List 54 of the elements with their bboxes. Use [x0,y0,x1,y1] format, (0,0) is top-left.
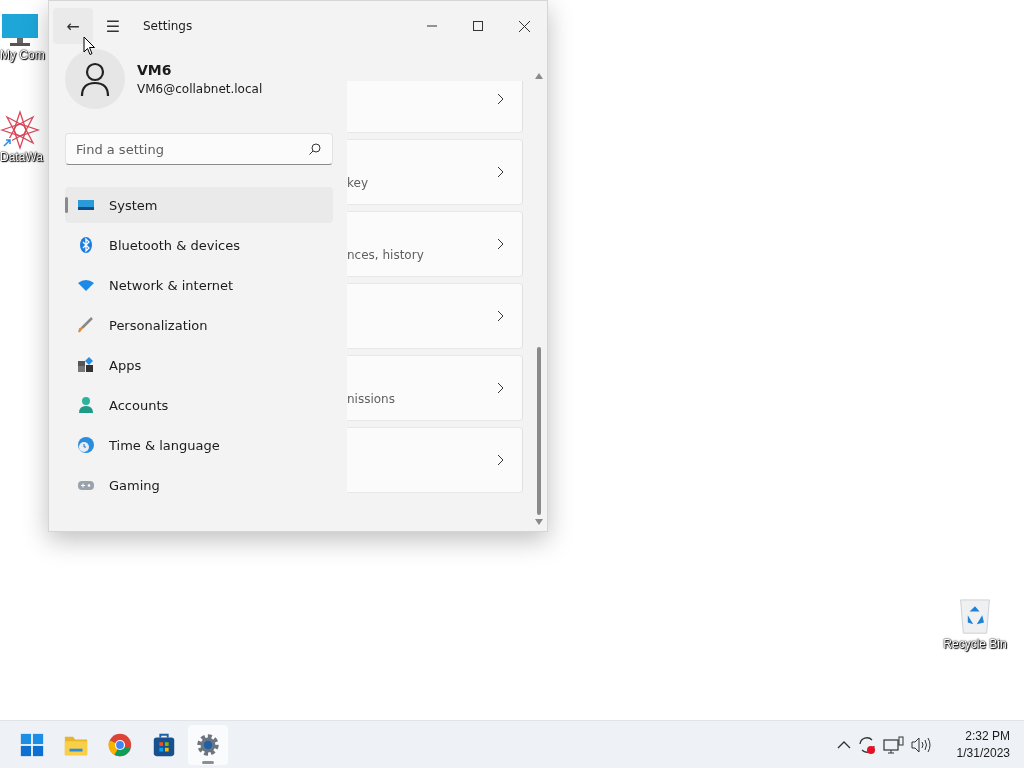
account-name: VM6 [137,62,173,78]
time-text: 2:32 PM [965,727,1010,745]
desktop-icon-label[interactable]: My Com [0,48,45,62]
cursor-icon [83,36,96,56]
account-email: VM6@collabnet.local [137,82,263,96]
apps-icon [77,356,95,374]
close-icon [518,20,530,32]
desktop-icon-label[interactable]: Recycle Bin [943,637,1007,651]
menu-button[interactable]: ☰ [93,8,133,44]
search-icon [309,143,321,155]
card-subtitle: nces, history [347,248,424,262]
nav-item[interactable]: Accounts [65,387,333,423]
chevron-icon [497,382,504,394]
card-subtitle: nissions [347,392,395,406]
chevron-icon [497,166,504,178]
nav-item[interactable]: Gaming [65,467,333,503]
network-icon[interactable] [882,735,905,754]
sync-icon[interactable] [856,734,877,755]
taskbar-app[interactable] [188,724,228,765]
chevron-icon [497,310,504,322]
chevron-icon [497,454,504,466]
date-text: 1/31/2023 [956,744,1010,762]
settings-card[interactable]: nissions [347,355,523,421]
chevron-up-icon[interactable] [836,739,851,750]
settings-card[interactable]: nces, history [347,211,523,277]
settings-card[interactable]: key [347,139,523,205]
volume-icon[interactable] [910,736,931,753]
nav-item[interactable]: System [65,187,333,223]
nav-item[interactable]: Network & internet [65,267,333,303]
nav-item[interactable]: Time & language [65,427,333,463]
nav-item[interactable]: Apps [65,347,333,383]
nav-item[interactable]: Bluetooth & devices [65,227,333,263]
card-subtitle: key [347,176,368,190]
time-icon [77,436,95,454]
scroll-down-icon[interactable] [535,519,543,525]
start-icon [19,731,45,758]
monitor-icon [0,12,40,48]
chevron-icon [497,238,504,250]
clock[interactable]: 2:32 PM 1/31/2023 [950,727,1016,762]
nav-item[interactable]: Personalization [65,307,333,343]
window-title: Settings [143,19,194,33]
recycle-bin-icon [957,597,993,637]
settings-icon [195,731,221,758]
chrome-icon [107,731,133,758]
back-button[interactable]: ← [53,8,93,44]
brush-icon [77,316,95,334]
store-icon [151,731,177,758]
maximize-icon [473,21,483,31]
bluetooth-icon [77,236,95,254]
chevron-icon [497,93,504,105]
scroll-up-icon[interactable] [535,73,543,79]
accounts-icon [77,396,95,414]
desktop-icon-label[interactable]: DataWa [0,150,43,164]
search-field[interactable]: Find a setting [65,133,333,165]
